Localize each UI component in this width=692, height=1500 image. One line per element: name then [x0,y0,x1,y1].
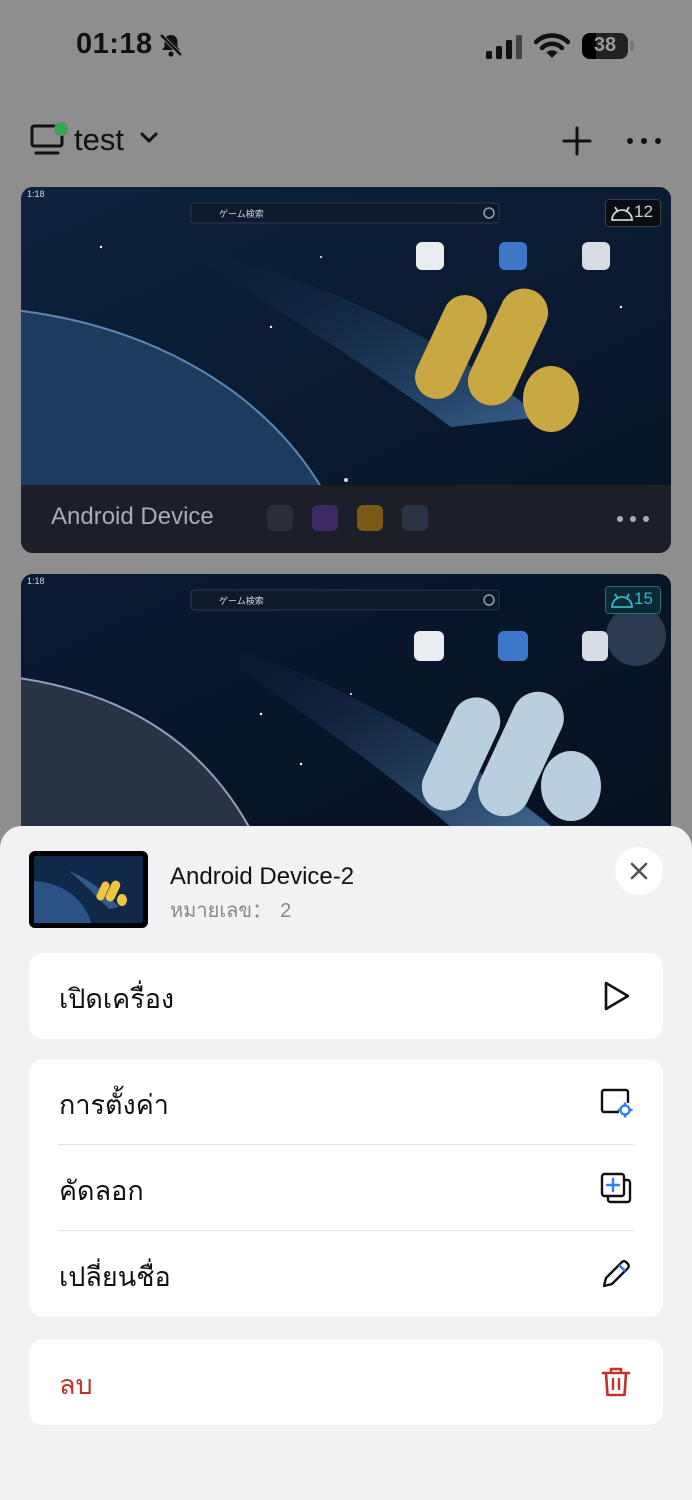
device-thumbnail [29,851,148,928]
settings-label: การตั้งค่า [59,1090,169,1120]
device-id-row: หมายเลข： 2 [170,894,291,926]
android-icon [611,206,633,221]
device-search-text: ゲーム検索 [219,596,264,606]
status-bar: 01:18 38 [0,0,692,94]
status-time: 01:18 [76,28,153,60]
action-group-danger: ลบ [29,1339,663,1425]
recent-apps [267,505,447,536]
more-options-button[interactable] [624,124,664,158]
rename-label: เปลี่ยนชื่อ [59,1262,171,1292]
battery-level: 38 [593,34,617,56]
delete-button[interactable]: ลบ [29,1339,663,1425]
android-version: 15 [634,589,653,608]
copy-icon [600,1172,632,1204]
play-icon [604,981,630,1011]
power-on-button[interactable]: เปิดเครื่อง [29,953,663,1039]
device-screen-preview[interactable] [21,187,671,487]
cellular-signal-icon [486,35,522,59]
delete-label: ลบ [59,1370,93,1400]
device-card-footer: Android Device [21,485,671,553]
device-settings-icon [600,1088,633,1118]
copy-button[interactable]: คัดลอก [29,1145,663,1231]
wifi-icon [534,33,570,58]
bell-muted-icon [159,33,183,57]
action-group-primary: เปิดเครื่อง [29,953,663,1039]
device-more-button[interactable] [615,505,651,533]
app-icon [312,505,338,531]
battery-tip [630,41,634,51]
device-action-sheet: Android Device-2 หมายเลข： 2 เปิดเครื่อง ก… [0,826,692,1500]
device-name: Android Device [51,503,214,530]
device-id-value: 2 [280,900,292,922]
close-button[interactable] [615,847,663,895]
action-group-manage: การตั้งค่า คัดลอก เปลี่ยนชื่อ [29,1059,663,1317]
group-selector-label[interactable]: test [74,122,124,158]
chevron-down-icon[interactable] [140,132,158,144]
android-version-badge: 12 [605,199,661,227]
add-device-button[interactable] [560,124,594,158]
device-search-text: ゲーム検索 [219,209,264,219]
close-icon [630,862,648,880]
pencil-icon [602,1260,630,1288]
settings-app-icon [267,505,293,531]
device-mini-clock: 1:18 [27,189,45,199]
device-mini-clock: 1:18 [27,576,45,586]
app-icon [357,505,383,531]
top-bar: test [0,110,692,170]
copy-label: คัดลอก [59,1176,144,1206]
android-version: 12 [634,202,653,221]
camera-app-icon [402,505,428,531]
thumbnail-image [34,856,143,923]
device-id-label: หมายเลข： [170,900,273,922]
device-card[interactable]: 1:18 ゲーム検索 12 Android Device [21,187,671,553]
online-status-dot [54,122,68,136]
android-icon [611,593,633,608]
settings-button[interactable]: การตั้งค่า [29,1059,663,1145]
android-version-badge: 15 [605,586,661,614]
sheet-device-title: Android Device-2 [170,863,355,890]
rename-button[interactable]: เปลี่ยนชื่อ [29,1231,663,1317]
power-on-label: เปิดเครื่อง [59,984,175,1014]
trash-icon [601,1367,631,1397]
battery-icon: 38 [582,33,628,59]
